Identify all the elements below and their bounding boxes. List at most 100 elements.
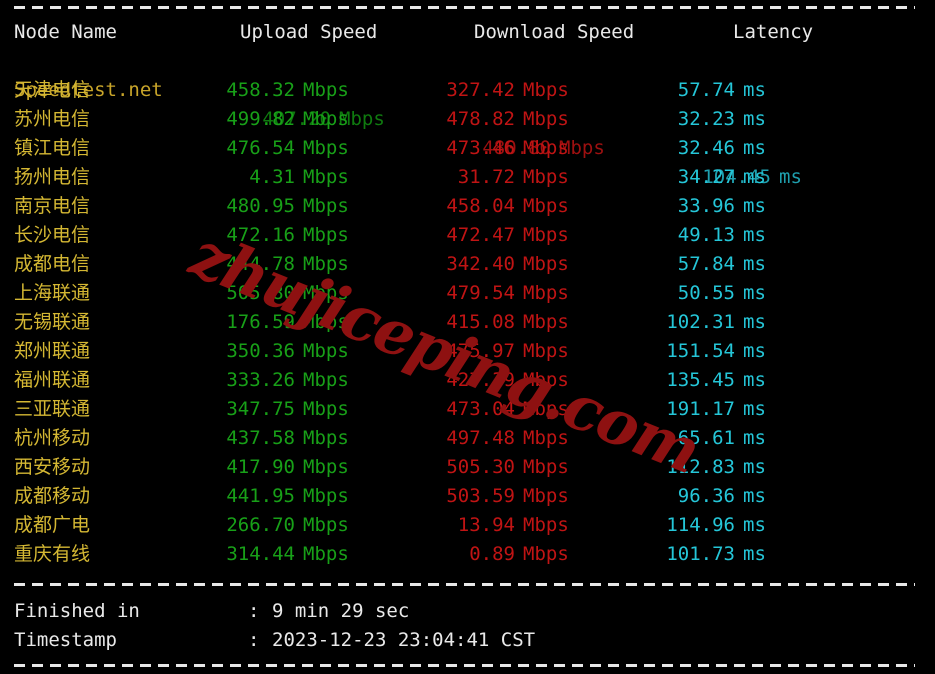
download-speed-unit: Mbps (523, 543, 569, 565)
table-row: 成都移动 441.95 Mbps 503.59 Mbps 96.36 ms (0, 482, 935, 511)
download-speed-value: 327.42 (446, 79, 515, 101)
download-speed-value: 0.89 (469, 543, 515, 565)
upload-speed-cell: 472.16 Mbps (150, 221, 365, 250)
latency-cell: 57.74 ms (590, 76, 805, 105)
download-speed-cell: 458.04 Mbps (370, 192, 585, 221)
latency-cell: 114.96 ms (590, 511, 805, 540)
upload-speed-value: 266.70 (226, 514, 295, 536)
upload-speed-value: 441.95 (226, 485, 295, 507)
download-speed-unit: Mbps (523, 427, 569, 449)
download-speed-cell: 475.97 Mbps (370, 337, 585, 366)
download-speed-value: 478.82 (446, 108, 515, 130)
upload-speed-unit: Mbps (303, 166, 349, 188)
upload-speed-cell: 437.58 Mbps (150, 424, 365, 453)
upload-speed-unit: Mbps (303, 224, 349, 246)
download-speed-unit: Mbps (523, 485, 569, 507)
latency-value: 32.23 (677, 108, 735, 130)
upload-speed-unit: Mbps (303, 253, 349, 275)
table-row: 无锡联通 176.59 Mbps 415.08 Mbps 102.31 ms (0, 308, 935, 337)
upload-speed-unit: Mbps (303, 311, 349, 333)
upload-speed-cell: 350.36 Mbps (150, 337, 365, 366)
timestamp-separator: : (248, 629, 260, 651)
upload-speed-value: 4.31 (249, 166, 295, 188)
upload-speed-value: 333.26 (226, 369, 295, 391)
download-speed-value: 473.46 (446, 137, 515, 159)
upload-speed-cell: 333.26 Mbps (150, 366, 365, 395)
upload-speed-unit: Mbps (303, 485, 349, 507)
upload-speed-value: 314.44 (226, 543, 295, 565)
download-speed-unit: Mbps (523, 79, 569, 101)
download-speed-value: 13.94 (457, 514, 515, 536)
latency-unit: ms (743, 340, 766, 362)
upload-speed-unit: Mbps (303, 456, 349, 478)
table-row: 天津电信 458.32 Mbps 327.42 Mbps 57.74 ms (0, 76, 935, 105)
column-header-upload-speed: Upload Speed (240, 21, 378, 43)
upload-speed-cell: 458.32 Mbps (150, 76, 365, 105)
upload-speed-value: 350.36 (226, 340, 295, 362)
latency-value: 49.13 (677, 224, 735, 246)
download-speed-value: 473.04 (446, 398, 515, 420)
upload-speed-value: 437.58 (226, 427, 295, 449)
upload-speed-value: 347.75 (226, 398, 295, 420)
download-speed-unit: Mbps (523, 369, 569, 391)
table-row: 镇江电信 476.54 Mbps 473.46 Mbps 32.46 ms (0, 134, 935, 163)
latency-unit: ms (743, 456, 766, 478)
table-row: 西安移动 417.90 Mbps 505.30 Mbps 112.83 ms (0, 453, 935, 482)
latency-cell: 65.61 ms (590, 424, 805, 453)
latency-unit: ms (743, 398, 766, 420)
download-speed-cell: 503.59 Mbps (370, 482, 585, 511)
latency-cell: 101.73 ms (590, 540, 805, 569)
download-speed-value: 472.47 (446, 224, 515, 246)
latency-value: 135.45 (666, 369, 735, 391)
latency-cell: 57.84 ms (590, 250, 805, 279)
latency-value: 33.96 (677, 195, 735, 217)
download-speed-value: 415.08 (446, 311, 515, 333)
upload-speed-value: 472.16 (226, 224, 295, 246)
download-speed-cell: 473.04 Mbps (370, 395, 585, 424)
latency-cell: 32.46 ms (590, 134, 805, 163)
column-header-node-name: Node Name (14, 21, 117, 43)
upload-speed-cell: 480.95 Mbps (150, 192, 365, 221)
upload-speed-unit: Mbps (303, 514, 349, 536)
table-row: 南京电信 480.95 Mbps 458.04 Mbps 33.96 ms (0, 192, 935, 221)
download-speed-cell: 415.08 Mbps (370, 308, 585, 337)
latency-value: 32.46 (677, 137, 735, 159)
download-speed-unit: Mbps (523, 398, 569, 420)
download-speed-cell: 472.47 Mbps (370, 221, 585, 250)
upload-speed-value: 505.80 (226, 282, 295, 304)
latency-cell: 135.45 ms (590, 366, 805, 395)
upload-speed-cell: 441.95 Mbps (150, 482, 365, 511)
table-row-reference: Speedtest.net 407.20 Mbps 480.80 Mbps 104.… (0, 47, 935, 188)
upload-speed-value: 480.95 (226, 195, 295, 217)
download-speed-cell: 505.30 Mbps (370, 453, 585, 482)
table-row: 三亚联通 347.75 Mbps 473.04 Mbps 191.17 ms (0, 395, 935, 424)
divider-bottom (14, 664, 915, 667)
timestamp-value: 2023-12-23 23:04:41 CST (272, 629, 536, 651)
latency-cell: 102.31 ms (590, 308, 805, 337)
download-speed-cell: 342.40 Mbps (370, 250, 585, 279)
latency-unit: ms (743, 485, 766, 507)
upload-speed-value: 499.82 (226, 108, 295, 130)
upload-speed-cell: 505.80 Mbps (150, 279, 365, 308)
download-speed-unit: Mbps (523, 137, 569, 159)
download-speed-unit: Mbps (523, 253, 569, 275)
latency-value: 191.17 (666, 398, 735, 420)
upload-speed-cell: 314.44 Mbps (150, 540, 365, 569)
upload-speed-unit: Mbps (303, 79, 349, 101)
timestamp-label: Timestamp (14, 629, 117, 651)
latency-value: 34.27 (677, 166, 735, 188)
terminal-window: Node Name Upload Speed Download Speed La… (0, 0, 935, 674)
divider-top (14, 6, 915, 9)
upload-speed-unit: Mbps (303, 282, 349, 304)
download-speed-cell: 427.39 Mbps (370, 366, 585, 395)
table-row: 苏州电信 499.82 Mbps 478.82 Mbps 32.23 ms (0, 105, 935, 134)
latency-cell: 33.96 ms (590, 192, 805, 221)
download-speed-value: 497.48 (446, 427, 515, 449)
download-speed-cell: 478.82 Mbps (370, 105, 585, 134)
upload-speed-cell: 476.54 Mbps (150, 134, 365, 163)
upload-speed-cell: 266.70 Mbps (150, 511, 365, 540)
latency-unit: ms (743, 166, 766, 188)
finished-in-value: 9 min 29 sec (272, 600, 410, 622)
latency-value: 57.74 (677, 79, 735, 101)
download-speed-unit: Mbps (523, 514, 569, 536)
